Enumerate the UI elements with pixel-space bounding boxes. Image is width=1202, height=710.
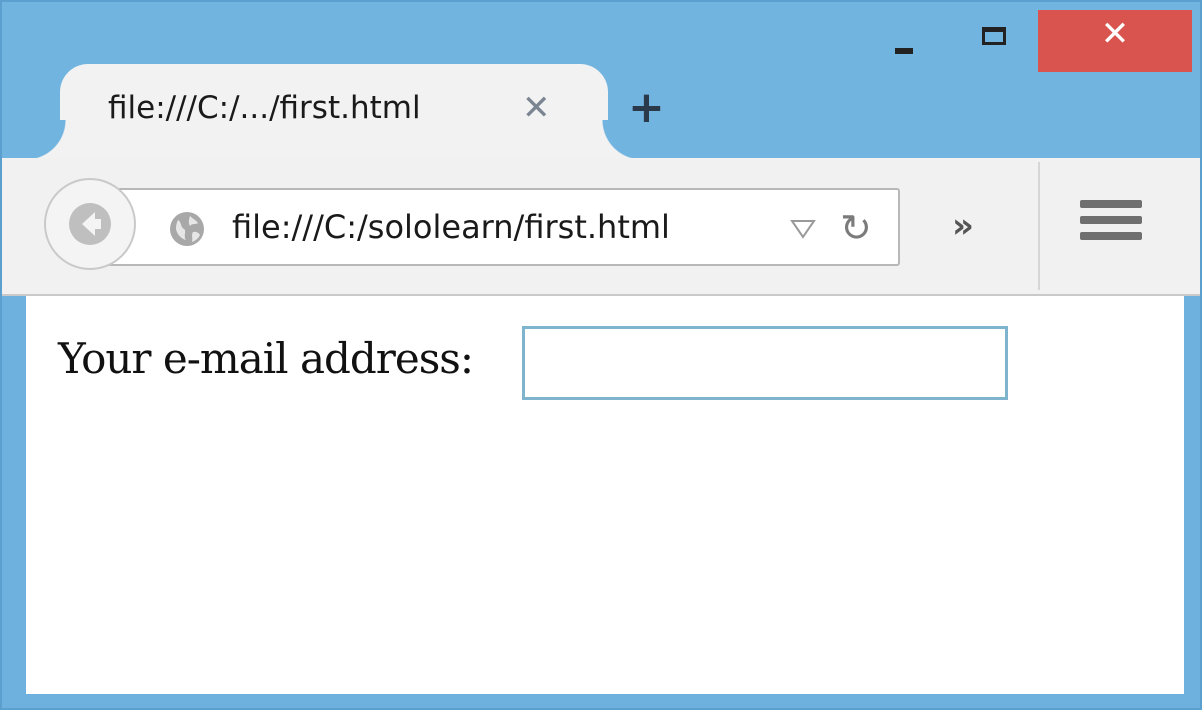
email-label: Your e-mail address: — [58, 334, 474, 383]
reload-button[interactable]: ↻ — [840, 206, 872, 250]
globe-icon — [170, 212, 204, 246]
page-content: Your e-mail address: — [26, 296, 1184, 694]
maximize-button[interactable] — [954, 10, 1034, 74]
back-arrow-icon — [69, 203, 111, 245]
back-button[interactable] — [44, 178, 136, 270]
title-bar: ✕ file:///C:/.../first.html ✕ + — [2, 2, 1200, 160]
email-field[interactable] — [522, 326, 1008, 400]
tab-active[interactable]: file:///C:/.../first.html ✕ — [26, 64, 642, 160]
window-close-button[interactable]: ✕ — [1038, 10, 1192, 72]
navigation-toolbar: file:///C:/sololearn/first.html ↻ » — [2, 158, 1200, 296]
menu-bar-line — [1080, 232, 1142, 240]
minimize-button[interactable] — [864, 10, 944, 74]
dropmarker-icon[interactable] — [790, 218, 816, 240]
maximize-icon — [982, 27, 1006, 45]
minimize-icon — [895, 48, 913, 54]
url-text[interactable]: file:///C:/sololearn/first.html — [232, 208, 670, 246]
close-icon: ✕ — [1100, 14, 1130, 54]
tab-close-icon[interactable]: ✕ — [522, 88, 551, 128]
menu-bar-line — [1080, 200, 1142, 208]
overflow-chevron-icon[interactable]: » — [952, 206, 974, 246]
hamburger-menu-icon[interactable] — [1080, 200, 1142, 248]
menu-bar-line — [1080, 216, 1142, 224]
url-bar[interactable]: file:///C:/sololearn/first.html ↻ — [94, 188, 900, 266]
browser-window: ✕ file:///C:/.../first.html ✕ + file:///… — [0, 0, 1202, 710]
toolbar-divider — [1038, 162, 1040, 290]
tab-title: file:///C:/.../first.html — [108, 90, 421, 126]
new-tab-button[interactable]: + — [628, 86, 665, 130]
